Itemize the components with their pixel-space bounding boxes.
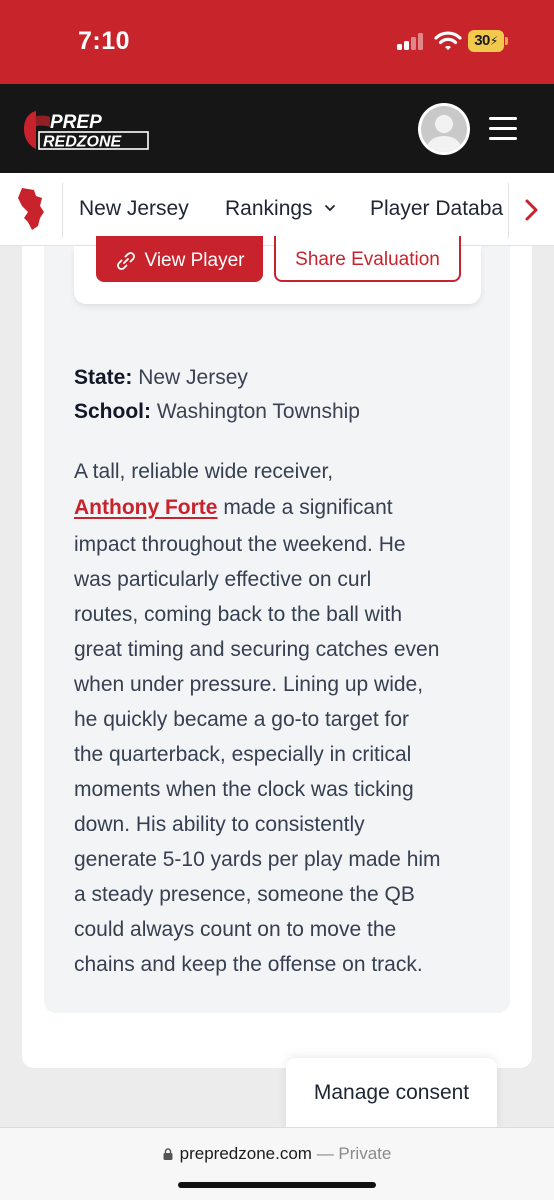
bio-line: Anthony Forte made a significant [74, 496, 393, 520]
nav-divider [508, 183, 509, 238]
share-evaluation-button[interactable]: Share Evaluation [274, 236, 461, 282]
chevron-right-icon[interactable] [521, 198, 541, 222]
user-avatar-icon[interactable] [418, 103, 470, 155]
bio-line: down. His ability to consistently [74, 813, 365, 836]
home-indicator[interactable] [178, 1182, 376, 1188]
battery-level: 30 [474, 32, 490, 49]
new-jersey-map-icon[interactable] [16, 186, 46, 232]
bio-line: impact throughout the weekend. He [74, 533, 406, 556]
bio-line: the quarterback, especially in critical [74, 743, 412, 766]
link-icon [116, 252, 135, 270]
nav-item-new-jersey[interactable]: New Jersey [79, 197, 189, 221]
bio-line: generate 5-10 yards per play made him [74, 848, 441, 871]
view-player-label: View Player [144, 250, 245, 271]
nav-divider [62, 183, 63, 238]
bio-line: was particularly effective on curl [74, 568, 372, 591]
state-label: State: [74, 366, 133, 389]
url-separator: — [311, 1144, 339, 1163]
prep-redzone-logo[interactable]: PREP REDZONE [22, 107, 152, 153]
school-field: School: Washington Township [74, 400, 360, 424]
manage-consent-button[interactable]: Manage consent [286, 1058, 497, 1130]
status-time: 7:10 [78, 27, 131, 55]
bio-line: A tall, reliable wide receiver, [74, 460, 334, 483]
url-domain: prepredzone.com [179, 1144, 312, 1163]
bio-line: he quickly became a go-to target for [74, 708, 410, 731]
logo-text-redzone: REDZONE [43, 134, 123, 151]
bio-line: a steady presence, someone the QB [74, 883, 415, 906]
hamburger-menu-icon[interactable] [489, 117, 517, 141]
bio-line-rest: made a significant [217, 496, 393, 519]
wifi-icon [434, 31, 462, 50]
view-player-button[interactable]: View Player [96, 236, 263, 282]
logo-text-prep: PREP [50, 112, 102, 133]
school-label: School: [74, 400, 151, 423]
bio-line: routes, coming back to the ball with [74, 603, 403, 626]
chevron-down-icon [325, 205, 336, 212]
state-value: New Jersey [138, 366, 248, 389]
bio-line: when under pressure. Lining up wide, [74, 673, 424, 696]
lock-icon [163, 1148, 173, 1160]
state-field: State: New Jersey [74, 366, 248, 390]
nav-item-rankings[interactable]: Rankings [225, 197, 336, 221]
bio-line: moments when the clock was ticking [74, 778, 414, 801]
nav-item-player-database[interactable]: Player Databa [370, 197, 503, 221]
battery-icon: 30⚡ [468, 30, 508, 52]
cellular-signal-icon [397, 33, 425, 50]
bio-line: chains and keep the offense on track. [74, 953, 423, 976]
school-value: Washington Township [156, 400, 360, 423]
bio-line: great timing and securing catches even [74, 638, 440, 661]
bio-line: could always count on to move the [74, 918, 397, 941]
player-name-link[interactable]: Anthony Forte [74, 496, 217, 519]
private-mode-label: Private [338, 1144, 392, 1163]
nav-item-rankings-label: Rankings [225, 197, 313, 220]
url-display[interactable]: prepredzone.com — Private [0, 1144, 554, 1164]
